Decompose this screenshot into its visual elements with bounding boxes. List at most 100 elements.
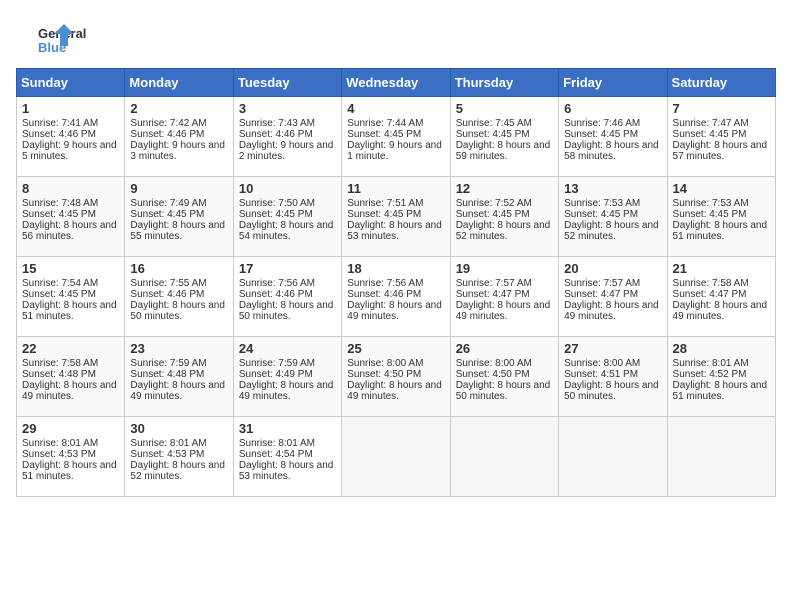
daylight-text: Daylight: 8 hours and 49 minutes. [239,380,334,402]
calendar-cell: 22 Sunrise: 7:58 AMSunset: 4:48 PMDayligh… [17,337,125,417]
calendar-cell [559,417,667,497]
sunset-text: Sunset: 4:45 PM [564,209,638,220]
logo-icon: General Blue [16,16,96,56]
sunset-text: Sunset: 4:45 PM [564,129,638,140]
sunrise-text: Sunrise: 8:01 AM [239,438,315,449]
day-number: 4 [347,101,444,116]
day-number: 9 [130,181,227,196]
day-number: 16 [130,261,227,276]
sunrise-text: Sunrise: 7:45 AM [456,118,532,129]
daylight-text: Daylight: 8 hours and 56 minutes. [22,220,117,242]
daylight-text: Daylight: 8 hours and 53 minutes. [239,460,334,482]
sunset-text: Sunset: 4:47 PM [456,289,530,300]
day-number: 23 [130,341,227,356]
calendar-table: SundayMondayTuesdayWednesdayThursdayFrid… [16,68,776,497]
sunset-text: Sunset: 4:47 PM [564,289,638,300]
daylight-text: Daylight: 8 hours and 52 minutes. [564,220,659,242]
calendar-week-2: 8Sunrise: 7:48 AMSunset: 4:45 PMDaylight… [17,177,776,257]
daylight-text: Daylight: 9 hours and 1 minute. [347,140,442,162]
calendar-cell: 3Sunrise: 7:43 AMSunset: 4:46 PMDaylight… [233,97,341,177]
calendar-cell: 8Sunrise: 7:48 AMSunset: 4:45 PMDaylight… [17,177,125,257]
calendar-cell [450,417,558,497]
sunrise-text: Sunrise: 7:59 AM [130,358,206,369]
day-number: 19 [456,261,553,276]
calendar-week-5: 29Sunrise: 8:01 AMSunset: 4:53 PMDayligh… [17,417,776,497]
sunset-text: Sunset: 4:48 PM [22,369,96,380]
calendar-cell [667,417,775,497]
daylight-text: Daylight: 8 hours and 52 minutes. [130,460,225,482]
sunrise-text: Sunrise: 7:56 AM [347,278,423,289]
daylight-text: Daylight: 8 hours and 49 minutes. [347,380,442,402]
calendar-cell: 14Sunrise: 7:53 AMSunset: 4:45 PMDayligh… [667,177,775,257]
sunset-text: Sunset: 4:46 PM [239,289,313,300]
sunrise-text: Sunrise: 7:43 AM [239,118,315,129]
sunset-text: Sunset: 4:46 PM [239,129,313,140]
daylight-text: Daylight: 8 hours and 57 minutes. [673,140,768,162]
calendar-cell: 28Sunrise: 8:01 AMSunset: 4:52 PMDayligh… [667,337,775,417]
sunset-text: Sunset: 4:45 PM [347,129,421,140]
daylight-text: Daylight: 8 hours and 49 minutes. [673,300,768,322]
sunrise-text: Sunrise: 7:58 AM [22,358,98,369]
sunset-text: Sunset: 4:50 PM [456,369,530,380]
calendar-cell: 23Sunrise: 7:59 AMSunset: 4:48 PMDayligh… [125,337,233,417]
calendar-cell: 7Sunrise: 7:47 AMSunset: 4:45 PMDaylight… [667,97,775,177]
daylight-text: Daylight: 8 hours and 49 minutes. [22,380,117,402]
day-number: 20 [564,261,661,276]
calendar-cell: 20 Sunrise: 7:57 AMSunset: 4:47 PMDayligh… [559,257,667,337]
day-number: 15 [22,261,119,276]
sunrise-text: Sunrise: 7:47 AM [673,118,749,129]
sunset-text: Sunset: 4:45 PM [456,209,530,220]
calendar-cell: 13Sunrise: 7:53 AMSunset: 4:45 PMDayligh… [559,177,667,257]
calendar-cell: 17Sunrise: 7:56 AMSunset: 4:46 PMDayligh… [233,257,341,337]
sunset-text: Sunset: 4:52 PM [673,369,747,380]
calendar-week-4: 22Sunrise: 7:58 AMSunset: 4:48 PMDayligh… [17,337,776,417]
day-number: 17 [239,261,336,276]
day-number: 31 [239,421,336,436]
calendar-cell: 26 Sunrise: 8:00 AMSunset: 4:50 PMDayligh… [450,337,558,417]
day-number: 3 [239,101,336,116]
sunrise-text: Sunrise: 8:00 AM [456,358,532,369]
sunset-text: Sunset: 4:45 PM [22,289,96,300]
day-number: 22 [22,341,119,356]
daylight-text: Daylight: 8 hours and 50 minutes. [456,380,551,402]
logo: General Blue [16,16,100,56]
sunset-text: Sunset: 4:45 PM [239,209,313,220]
day-number: 6 [564,101,661,116]
daylight-text: Daylight: 8 hours and 49 minutes. [564,300,659,322]
day-number: 24 [239,341,336,356]
calendar-cell: 9Sunrise: 7:49 AMSunset: 4:45 PMDaylight… [125,177,233,257]
day-number: 28 [673,341,770,356]
sunrise-text: Sunrise: 8:01 AM [130,438,206,449]
calendar-cell: 2Sunrise: 7:42 AMSunset: 4:46 PMDaylight… [125,97,233,177]
calendar-body: 1Sunrise: 7:41 AMSunset: 4:46 PMDaylight… [17,97,776,497]
daylight-text: Daylight: 8 hours and 54 minutes. [239,220,334,242]
calendar-header-row: SundayMondayTuesdayWednesdayThursdayFrid… [17,69,776,97]
sunset-text: Sunset: 4:53 PM [130,449,204,460]
sunrise-text: Sunrise: 7:53 AM [673,198,749,209]
calendar-cell: 27Sunrise: 8:00 AMSunset: 4:51 PMDayligh… [559,337,667,417]
sunset-text: Sunset: 4:50 PM [347,369,421,380]
calendar-cell: 1Sunrise: 7:41 AMSunset: 4:46 PMDaylight… [17,97,125,177]
daylight-text: Daylight: 8 hours and 49 minutes. [456,300,551,322]
sunrise-text: Sunrise: 8:01 AM [673,358,749,369]
sunrise-text: Sunrise: 7:55 AM [130,278,206,289]
day-number: 29 [22,421,119,436]
sunrise-text: Sunrise: 8:01 AM [22,438,98,449]
calendar-cell: 4Sunrise: 7:44 AMSunset: 4:45 PMDaylight… [342,97,450,177]
calendar-cell: 15Sunrise: 7:54 AMSunset: 4:45 PMDayligh… [17,257,125,337]
day-number: 13 [564,181,661,196]
day-number: 25 [347,341,444,356]
sunrise-text: Sunrise: 7:57 AM [456,278,532,289]
calendar-cell: 21Sunrise: 7:58 AMSunset: 4:47 PMDayligh… [667,257,775,337]
daylight-text: Daylight: 8 hours and 53 minutes. [347,220,442,242]
weekday-header-friday: Friday [559,69,667,97]
day-number: 26 [456,341,553,356]
calendar-cell: 16Sunrise: 7:55 AMSunset: 4:46 PMDayligh… [125,257,233,337]
daylight-text: Daylight: 8 hours and 49 minutes. [130,380,225,402]
sunrise-text: Sunrise: 7:57 AM [564,278,640,289]
daylight-text: Daylight: 8 hours and 50 minutes. [239,300,334,322]
sunset-text: Sunset: 4:45 PM [673,209,747,220]
sunrise-text: Sunrise: 7:58 AM [673,278,749,289]
daylight-text: Daylight: 8 hours and 49 minutes. [347,300,442,322]
page-header: General Blue [16,16,776,56]
